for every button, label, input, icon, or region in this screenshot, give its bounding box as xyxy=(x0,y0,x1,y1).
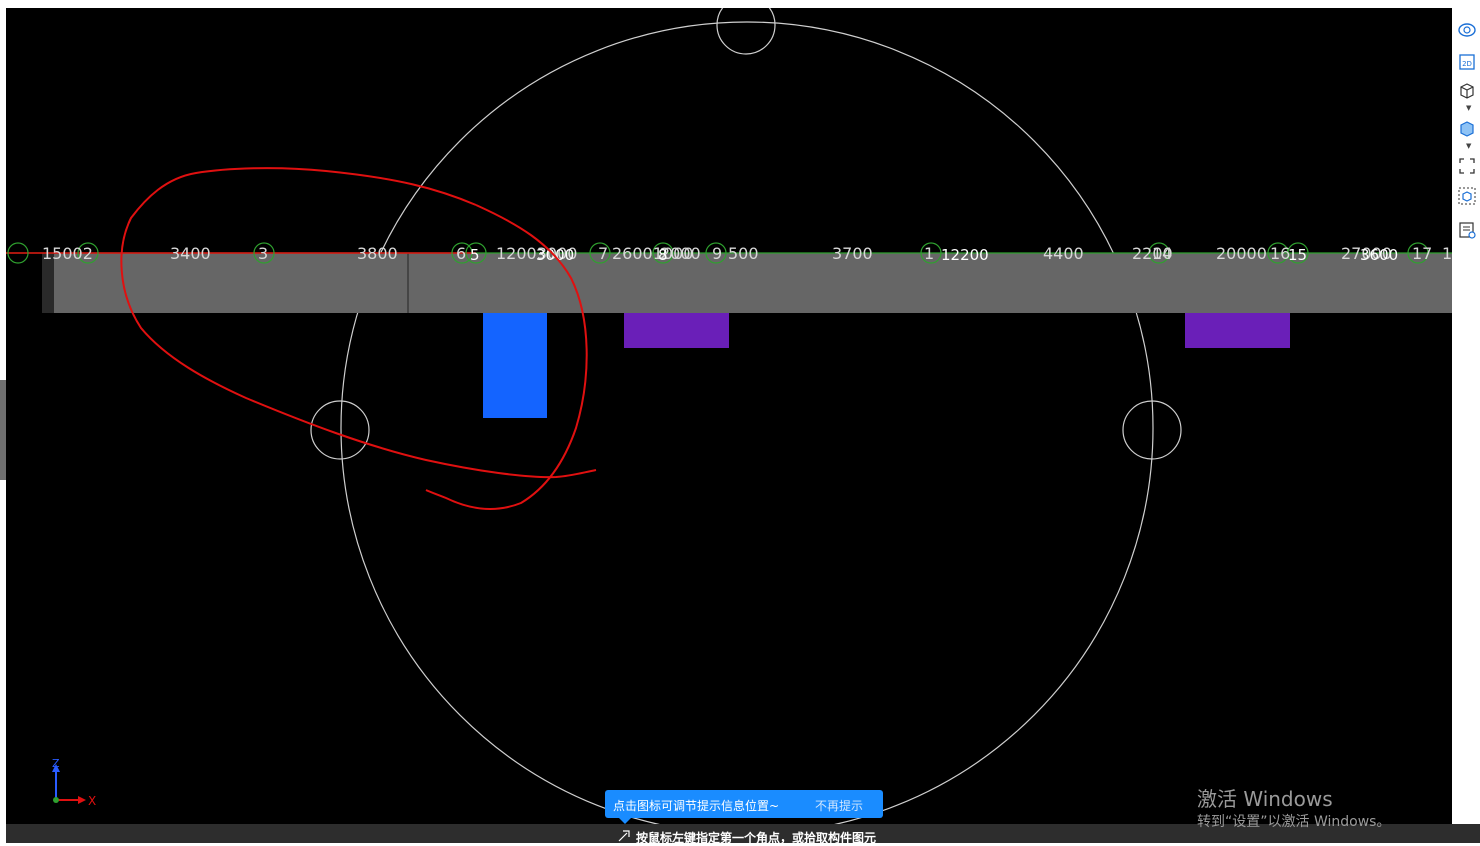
dim-label: 500 xyxy=(728,244,759,263)
zoom-extents-icon[interactable] xyxy=(1457,156,1477,176)
dim-label: 20000 xyxy=(1216,244,1267,263)
view-2d-label: 2D xyxy=(1462,60,1472,68)
status-prompt: 按鼠标左键指定第一个角点，或拾取构件图元 xyxy=(636,831,877,845)
axis-x-label: X xyxy=(88,794,96,808)
cad-scene[interactable]: 15002 3400 3 3800 6 12003000 7 26001000 … xyxy=(6,8,1452,824)
hint-message[interactable]: 点击图标可调节提示信息位置~ xyxy=(613,797,779,814)
axis-gizmo: Z X xyxy=(44,756,104,812)
layer-visibility-icon[interactable] xyxy=(1457,220,1477,240)
dim-label: 3400 xyxy=(170,244,211,263)
orbit-icon[interactable] xyxy=(1457,20,1477,40)
view-2d-icon[interactable]: 2D xyxy=(1457,52,1477,72)
isolate-icon[interactable] xyxy=(1457,186,1477,206)
dim-label: 16 xyxy=(1442,244,1452,263)
axis-z-label: Z xyxy=(52,757,60,770)
blue-column[interactable] xyxy=(483,313,547,418)
purple-slab-right[interactable] xyxy=(1185,313,1290,348)
dim-label: 3700 xyxy=(832,244,873,263)
dim-label: 9 xyxy=(712,244,722,263)
dim-label: 17 xyxy=(1412,244,1432,263)
dim-label: 3800 xyxy=(357,244,398,263)
pick-corner-icon xyxy=(618,830,630,842)
grid-axis-number: 3600 xyxy=(1360,246,1398,264)
view-3d-solid-icon[interactable] xyxy=(1457,118,1477,138)
grid-axis-number: 12200 xyxy=(941,246,989,264)
grid-axis-number: 8 xyxy=(658,246,668,264)
left-panel-handle[interactable] xyxy=(0,380,6,480)
chevron-down-icon[interactable]: ▼ xyxy=(1466,142,1471,150)
watermark-subtitle: 转到“设置”以激活 Windows。 xyxy=(1197,814,1391,830)
dim-label: 4400 xyxy=(1043,244,1084,263)
hint-tooltip[interactable]: 点击图标可调节提示信息位置~ 不再提示 xyxy=(605,790,883,824)
dim-label: 1 xyxy=(924,244,934,263)
dim-label: 15002 xyxy=(42,244,93,263)
dim-label: 14 xyxy=(1152,244,1172,263)
windows-activation-watermark: 激活 Windows 转到“设置”以激活 Windows。 xyxy=(1197,786,1390,832)
view-toolbar: 2D ▼ ▼ xyxy=(1452,8,1480,248)
drawing-viewport[interactable]: 15002 3400 3 3800 6 12003000 7 26001000 … xyxy=(6,8,1452,824)
dim-label: 3 xyxy=(258,244,268,263)
large-circle xyxy=(340,21,1154,824)
purple-slab-left[interactable] xyxy=(624,313,729,348)
dim-label: 6 xyxy=(456,244,466,263)
view-3d-wire-icon[interactable] xyxy=(1457,80,1477,100)
watermark-title: 激活 Windows xyxy=(1197,787,1333,811)
chevron-down-icon[interactable]: ▼ xyxy=(1466,104,1471,112)
grid-axis-number: 5 xyxy=(470,246,480,264)
dont-show-again-link[interactable]: 不再提示 xyxy=(815,797,863,814)
dim-label: 7 xyxy=(598,244,608,263)
left-small-circle xyxy=(310,400,370,460)
top-small-circle xyxy=(716,8,776,55)
grid-axis-number: 15 xyxy=(1288,246,1307,264)
